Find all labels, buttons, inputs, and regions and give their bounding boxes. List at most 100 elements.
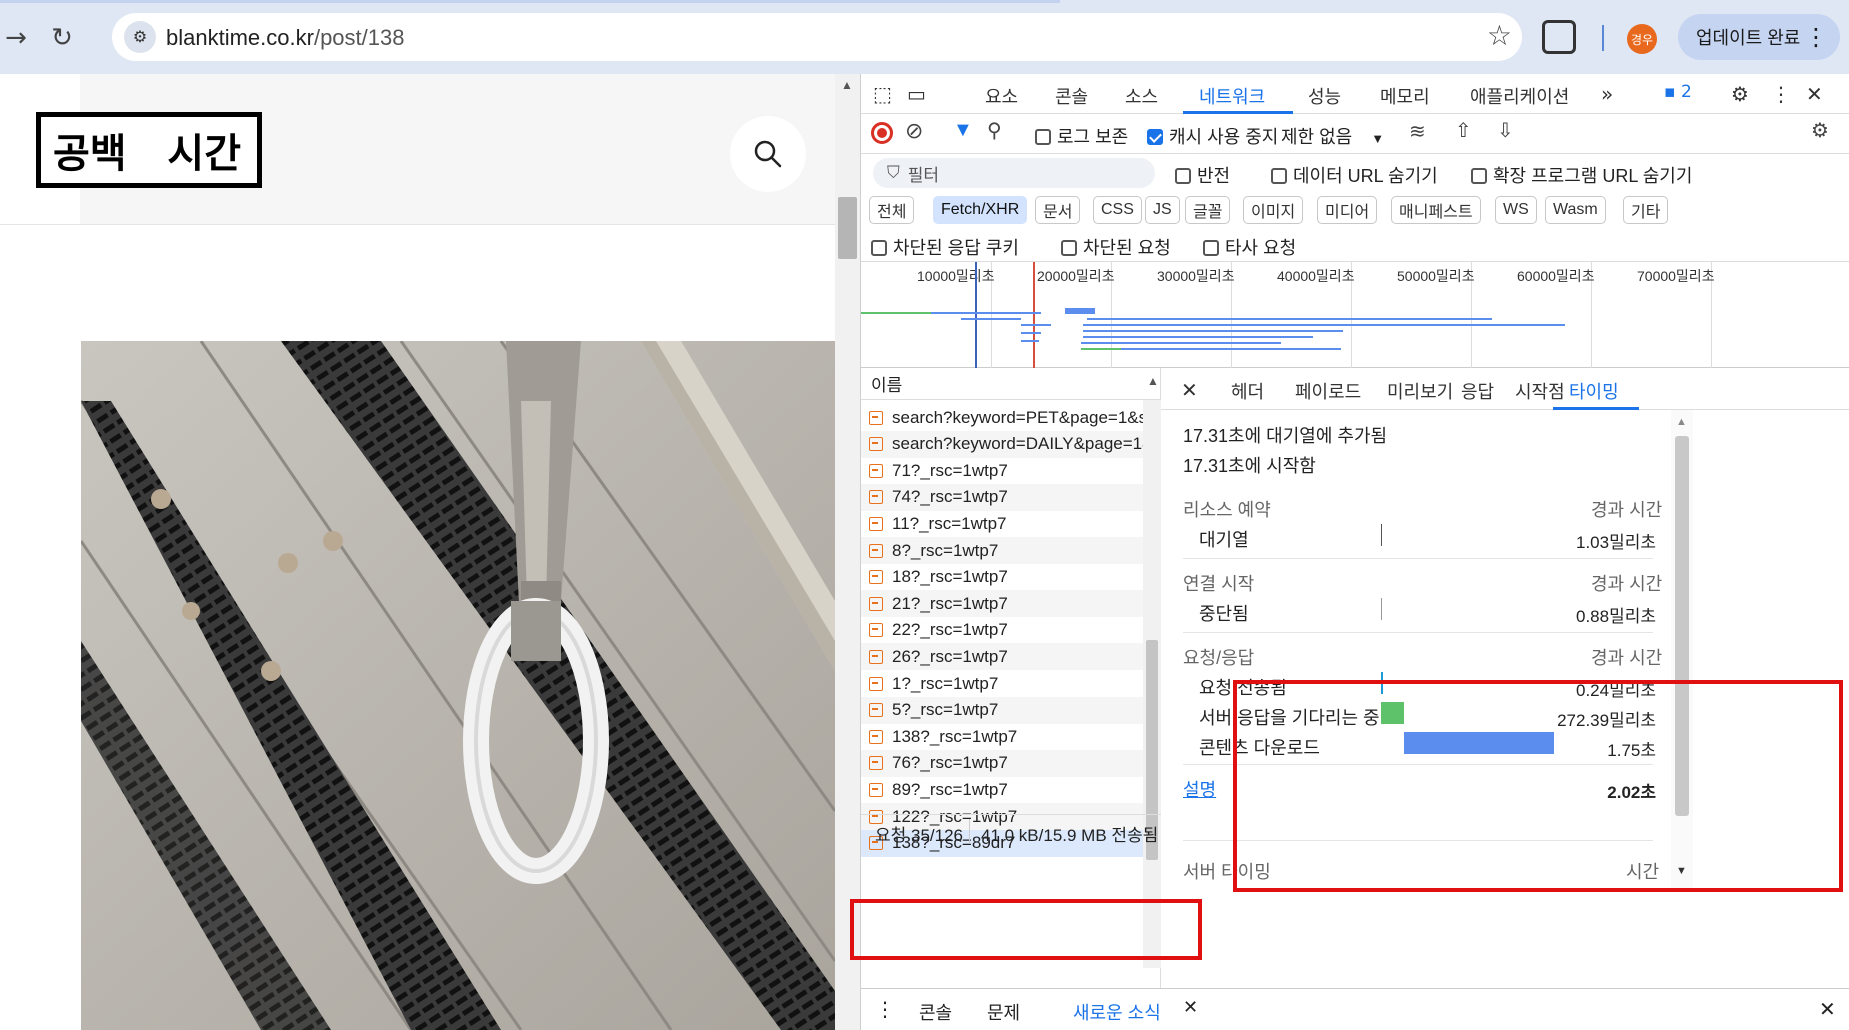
type-js[interactable]: JS (1145, 196, 1180, 224)
tab-network[interactable]: 네트워크 (1199, 83, 1265, 109)
column-header-name[interactable]: 이름 (861, 368, 1161, 400)
fetch-request-icon (869, 623, 883, 638)
filter-input[interactable]: ⛉ 필터 (873, 158, 1155, 188)
request-row[interactable]: 11?_rsc=1wtp7 (861, 510, 1143, 537)
inspect-element-icon[interactable]: ⬚ (873, 82, 892, 106)
request-row[interactable]: 71?_rsc=1wtp7 (861, 457, 1143, 484)
tab-initiator[interactable]: 시작점 (1515, 378, 1565, 404)
tab-response[interactable]: 응답 (1461, 378, 1494, 404)
tab-headers[interactable]: 헤더 (1231, 378, 1264, 404)
overview-tick: 20000밀리초 (1037, 268, 1115, 284)
reload-icon[interactable]: ↻ (42, 18, 82, 58)
type-wasm[interactable]: Wasm (1545, 196, 1606, 224)
search-requests-icon[interactable]: ⚲ (987, 118, 1002, 143)
more-menu-icon[interactable]: ⋮ (1804, 23, 1828, 52)
request-list-scrollbar[interactable] (1143, 400, 1161, 968)
tab-application[interactable]: 애플리케이션 (1470, 83, 1569, 109)
tab-payload[interactable]: 페이로드 (1295, 378, 1361, 404)
request-summary-bar: 요청 35/126 41.0 kB/15.9 MB 전송됨 (861, 814, 1161, 848)
page-scroll-thumb[interactable] (838, 197, 857, 259)
type-doc[interactable]: 문서 (1035, 196, 1081, 224)
request-row[interactable]: 89?_rsc=1wtp7 (861, 776, 1143, 803)
blocked-requests-checkbox[interactable]: 차단된 요청 (1061, 234, 1171, 260)
request-response-heading: 요청/응답 (1183, 648, 1255, 668)
tab-console[interactable]: 콘솔 (1055, 83, 1088, 109)
request-row[interactable]: 21?_rsc=1wtp7 (861, 590, 1143, 618)
explanation-link[interactable]: 설명 (1183, 776, 1216, 802)
search-icon (754, 140, 782, 168)
request-row[interactable]: 8?_rsc=1wtp7 (861, 537, 1143, 564)
tab-memory[interactable]: 메모리 (1380, 83, 1430, 109)
close-drawer-icon[interactable]: ✕ (1819, 997, 1836, 1022)
blocked-cookies-checkbox[interactable]: 차단된 응답 쿠키 (871, 234, 1019, 260)
tab-sources[interactable]: 소스 (1125, 83, 1158, 109)
type-img[interactable]: 이미지 (1243, 196, 1304, 224)
settings-gear-icon[interactable]: ⚙ (1731, 82, 1749, 106)
request-row[interactable]: 5?_rsc=1wtp7 (861, 696, 1143, 724)
request-row[interactable]: search?keyword=DAILY&page=1&... (861, 430, 1143, 458)
drawer-tab-console[interactable]: 콘솔 (919, 999, 952, 1025)
import-har-icon[interactable]: ⇧ (1455, 118, 1472, 143)
third-party-checkbox[interactable]: 타사 요청 (1203, 234, 1296, 260)
type-ws[interactable]: WS (1495, 196, 1537, 224)
request-row[interactable]: 22?_rsc=1wtp7 (861, 617, 1143, 644)
detail-scroll-up-icon[interactable]: ▲ (1676, 416, 1687, 428)
device-toolbar-icon[interactable]: ▭ (907, 82, 926, 106)
update-button[interactable]: 업데이트 완료 ⋮ (1678, 14, 1840, 60)
overview-tick: 30000밀리초 (1157, 268, 1235, 284)
page-scrollbar[interactable]: ▲ (835, 74, 860, 1030)
network-settings-icon[interactable]: ⚙ (1811, 118, 1829, 143)
network-conditions-icon[interactable]: ≋ (1409, 119, 1426, 144)
close-whats-new-icon[interactable]: ✕ (1183, 997, 1198, 1018)
filter-funnel-icon[interactable]: ▼ (953, 119, 973, 142)
tab-preview[interactable]: 미리보기 (1387, 378, 1453, 404)
request-row[interactable]: 18?_rsc=1wtp7 (861, 564, 1143, 591)
network-overview-timeline[interactable]: 10000밀리초 20000밀리초 30000밀리초 40000밀리초 5000… (861, 262, 1849, 368)
export-har-icon[interactable]: ⇩ (1497, 118, 1514, 143)
url-text[interactable]: blanktime.co.kr/post/138 (166, 25, 404, 51)
type-other[interactable]: 기타 (1623, 196, 1669, 224)
site-logo[interactable]: 공백 시간 (36, 112, 262, 188)
type-manifest[interactable]: 매니페스트 (1391, 196, 1481, 224)
hide-data-urls-checkbox[interactable]: 데이터 URL 숨기기 (1271, 162, 1438, 188)
request-row[interactable]: 26?_rsc=1wtp7 (861, 643, 1143, 671)
throttling-select[interactable]: 제한 없음 ▼ (1281, 123, 1384, 149)
tab-timing[interactable]: 타이밍 (1569, 378, 1619, 404)
devtools-menu-icon[interactable]: ⋮ (1771, 82, 1791, 106)
profile-avatar[interactable]: 경우 (1627, 24, 1657, 54)
close-detail-icon[interactable]: ✕ (1181, 378, 1198, 403)
type-font[interactable]: 글꼴 (1185, 196, 1231, 224)
request-row[interactable]: 76?_rsc=1wtp7 (861, 749, 1143, 777)
invert-checkbox[interactable]: 반전 (1175, 162, 1230, 188)
more-tabs-icon[interactable]: » (1601, 82, 1613, 106)
request-row[interactable]: 74?_rsc=1wtp7 (861, 483, 1143, 511)
type-fetch-xhr[interactable]: Fetch/XHR (933, 196, 1028, 224)
preserve-log-checkbox[interactable]: 로그 보존 (1035, 123, 1128, 149)
request-row[interactable]: 138?_rsc=1wtp7 (861, 723, 1143, 750)
site-info-icon[interactable]: ⚙ (124, 21, 156, 53)
issues-badge[interactable]: ▪ 2 (1664, 82, 1692, 102)
tab-elements[interactable]: 요소 (985, 83, 1018, 109)
request-row[interactable]: search?keyword=PET&page=1&s... (861, 404, 1143, 431)
drawer-tab-whats-new[interactable]: 새로운 소식 (1073, 999, 1161, 1025)
type-css[interactable]: CSS (1093, 196, 1142, 224)
record-icon[interactable] (871, 122, 893, 144)
tab-performance[interactable]: 성능 (1308, 83, 1341, 109)
search-button[interactable] (730, 116, 806, 192)
clear-icon[interactable]: ⊘ (905, 118, 923, 144)
hide-extension-urls-checkbox[interactable]: 확장 프로그램 URL 숨기기 (1471, 162, 1692, 188)
request-row[interactable]: 1?_rsc=1wtp7 (861, 670, 1143, 697)
disable-cache-checkbox[interactable]: 캐시 사용 중지 (1147, 123, 1278, 149)
address-bar[interactable]: ⚙ blanktime.co.kr/post/138 ☆ (112, 13, 1522, 61)
sort-arrow-icon[interactable]: ▲ (1147, 374, 1159, 388)
type-all[interactable]: 전체 (869, 196, 915, 224)
bookmark-star-icon[interactable]: ☆ (1487, 19, 1512, 52)
type-media[interactable]: 미디어 (1317, 196, 1378, 224)
forward-icon[interactable]: → (0, 18, 36, 58)
drawer-menu-icon[interactable]: ⋮ (875, 997, 895, 1022)
request-name: 76?_rsc=1wtp7 (892, 753, 1008, 773)
close-devtools-icon[interactable]: ✕ (1806, 82, 1823, 106)
extensions-icon[interactable] (1542, 20, 1576, 54)
scroll-up-icon[interactable]: ▲ (841, 78, 853, 92)
drawer-tab-issues[interactable]: 문제 (987, 999, 1020, 1025)
